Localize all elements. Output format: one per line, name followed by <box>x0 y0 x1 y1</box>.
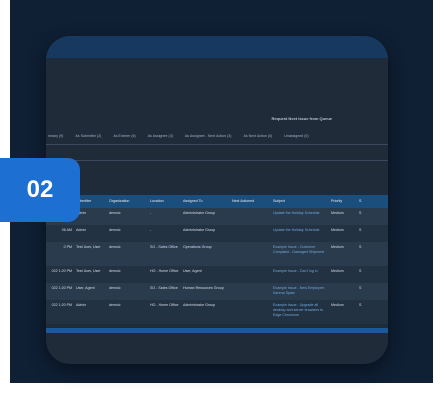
table-cell: Administrator Group <box>183 228 216 232</box>
table-cell: Human Resources Group <box>183 286 224 290</box>
grid-body: 06 AM Admin demolc - Administrator Group Upda… <box>46 208 388 324</box>
table-cell: Medium <box>331 211 344 215</box>
column-header[interactable]: S <box>359 199 369 204</box>
table-cell: demolc <box>109 269 121 273</box>
table-cell: 022 1:20 PM <box>51 286 72 290</box>
table-cell: demolc <box>109 211 121 215</box>
table-row[interactable]: 06 AMAdmindemolc-Administrator GroupUpda… <box>46 208 388 225</box>
table-cell: SO - Sales Office <box>150 245 178 249</box>
table-cell: Medium <box>331 245 344 249</box>
request-next-issue-link[interactable]: Request Next Issue from Queue <box>272 116 332 121</box>
table-cell: SO - Sales Office <box>150 286 178 290</box>
table-cell: 0 PM <box>63 245 72 249</box>
grid-footer-bar <box>46 328 388 333</box>
table-row[interactable]: 022 1:20 PM Admin demolc HO - Home Office Ad… <box>46 300 388 324</box>
table-cell: HO - Home Office <box>150 269 179 273</box>
table-cell: HO - Home Office <box>150 303 179 307</box>
column-header[interactable]: Next Actioned <box>232 199 273 204</box>
table-cell: - <box>150 211 152 215</box>
grid-header: sSubmitterOrganizationLocationAssigned T… <box>46 195 388 208</box>
filter-tab[interactable]: nmary (9) <box>48 134 63 138</box>
table-cell: S <box>359 245 362 249</box>
subject-link[interactable]: Example Issue - Upgrade all desktop and … <box>273 303 331 318</box>
column-header[interactable]: Location <box>150 199 183 204</box>
subject-link[interactable]: Update the Holiday Schedule <box>273 228 331 233</box>
screenshot-card: Request Next Issue from Queue nmary (9) A… <box>46 36 388 364</box>
issues-grid: sSubmitterOrganizationLocationAssigned T… <box>46 195 388 324</box>
table-cell: User, Agent <box>76 286 95 290</box>
table-cell: S <box>359 303 362 307</box>
filter-tab[interactable]: As Enterer (6) <box>113 134 135 138</box>
table-cell: 022 1:20 PM <box>51 269 72 273</box>
table-cell: 022 1:20 PM <box>51 303 72 307</box>
column-header[interactable]: Subject <box>273 199 331 204</box>
filter-tab[interactable]: As Submitter (2) <box>75 134 101 138</box>
table-cell: - <box>150 228 152 232</box>
table-cell: demolc <box>109 228 121 232</box>
table-cell: User, Agent <box>183 269 202 273</box>
table-cell: S <box>359 211 362 215</box>
table-cell: demolc <box>109 286 121 290</box>
table-cell: Admin <box>76 303 87 307</box>
table-row[interactable]: 022 1:20 PM User, Agent demolc SO - Sales O… <box>46 283 388 300</box>
table-cell: S <box>359 269 362 273</box>
table-cell: S <box>359 286 362 290</box>
filter-tab[interactable]: Unassigned (0) <box>284 134 308 138</box>
table-cell: Admin <box>76 228 87 232</box>
filter-tab[interactable]: As Assignee (3) <box>148 134 173 138</box>
table-row[interactable]: 06 AM Admin demolc - Administrator Group Upda… <box>46 225 388 242</box>
filter-tabs: nmary (9) As Submitter (2) As Enterer (6) A… <box>46 134 388 138</box>
table-cell: demolc <box>109 303 121 307</box>
table-cell: Medium <box>331 228 344 232</box>
table-row[interactable]: 0 PM Test User, User demolc SO - Sales Offi… <box>46 242 388 266</box>
column-header[interactable]: Organization <box>109 199 150 204</box>
table-cell: Administrator Group <box>183 211 216 215</box>
table-cell: 06 AM <box>61 228 72 232</box>
subject-link[interactable]: Example Issue - Can't log in <box>273 269 331 274</box>
subject-link[interactable]: Update the Holiday Schedule <box>273 211 331 216</box>
divider <box>46 144 388 145</box>
table-cell: Admin <box>76 211 87 215</box>
column-header[interactable]: Submitter <box>76 199 109 204</box>
subject-link[interactable]: Example Issue - New Employee: Karena Spa… <box>273 286 331 296</box>
table-cell: Test User, User <box>76 269 101 273</box>
column-header[interactable]: Assigned To <box>183 199 232 204</box>
table-cell: Administrator Group <box>183 303 216 307</box>
filter-tab[interactable]: As Next Action (0) <box>243 134 272 138</box>
divider <box>46 160 388 161</box>
table-cell: Test User, User <box>76 245 101 249</box>
app-top-bar <box>46 36 388 58</box>
subject-link[interactable]: Example Issue - Customer Complaint - Dam… <box>273 245 331 255</box>
table-cell: Operations Group <box>183 245 212 249</box>
table-cell: S <box>359 228 362 232</box>
step-number-badge: 02 <box>0 158 80 222</box>
column-header[interactable]: Priority <box>331 199 359 204</box>
table-row[interactable]: 022 1:20 PM Test User, User demolc HO - Hom… <box>46 266 388 283</box>
table-cell: demolc <box>109 245 121 249</box>
filter-tab[interactable]: As Assignee - Next Action (3) <box>185 134 232 138</box>
table-cell: Medium <box>331 303 344 307</box>
table-cell: Medium <box>331 269 344 273</box>
step-number: 02 <box>26 176 54 203</box>
